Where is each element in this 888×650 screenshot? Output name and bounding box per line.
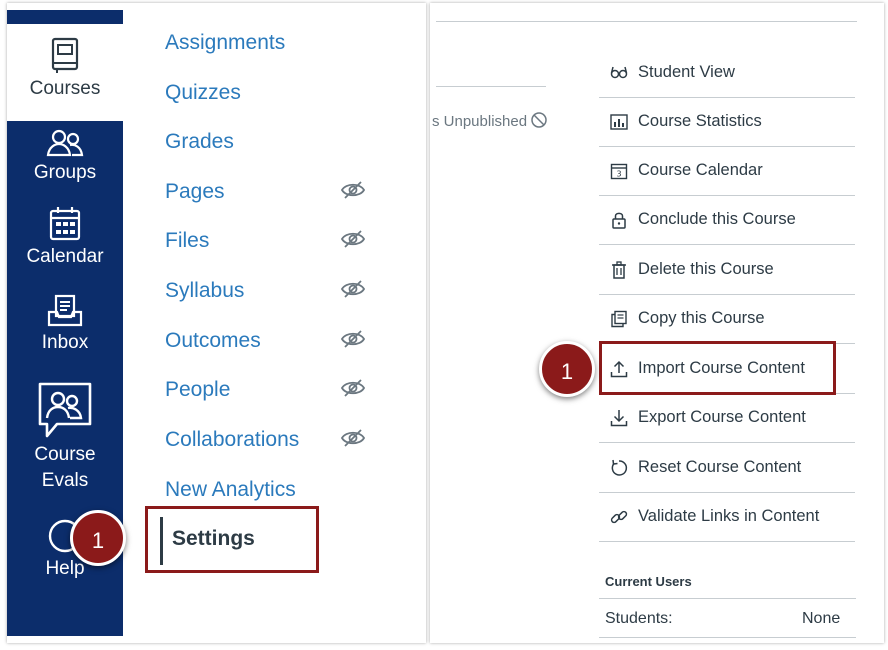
groups-icon bbox=[46, 129, 84, 157]
trash-icon bbox=[612, 261, 626, 279]
reset-course-content-button[interactable]: Reset Course Content bbox=[599, 444, 855, 493]
global-nav-inbox-label: Inbox bbox=[41, 332, 89, 353]
unpublished-icon bbox=[531, 112, 547, 128]
svg-text:3: 3 bbox=[616, 170, 621, 179]
lock-icon bbox=[612, 212, 626, 229]
settings-highlight-box bbox=[145, 506, 319, 573]
global-nav-groups[interactable]: Groups bbox=[7, 128, 123, 186]
course-statistics-label: Course Statistics bbox=[638, 112, 762, 130]
divider bbox=[599, 637, 856, 638]
hidden-eye-icon[interactable] bbox=[341, 329, 365, 349]
download-icon bbox=[610, 410, 628, 427]
course-evals-icon bbox=[38, 382, 92, 438]
validate-links-button[interactable]: Validate Links in Content bbox=[599, 493, 855, 542]
students-value: None bbox=[802, 610, 841, 627]
course-nav-item-pages[interactable]: Pages bbox=[165, 180, 225, 204]
reset-course-content-label: Reset Course Content bbox=[638, 458, 802, 476]
hidden-eye-icon[interactable] bbox=[341, 180, 365, 200]
callout-badge-right: 1 bbox=[539, 341, 595, 397]
validate-links-label: Validate Links in Content bbox=[638, 507, 820, 525]
link-icon bbox=[610, 510, 628, 524]
student-view-label: Student View bbox=[638, 63, 735, 81]
unpublished-status-text: s Unpublished bbox=[432, 113, 528, 130]
global-nav-course-evals[interactable]: Course Evals bbox=[7, 380, 123, 494]
delete-course-label: Delete this Course bbox=[638, 260, 774, 278]
global-nav-calendar-label: Calendar bbox=[26, 246, 104, 267]
global-nav-courses[interactable]: Courses bbox=[7, 24, 123, 121]
inbox-icon bbox=[47, 294, 83, 327]
course-nav-item-new-analytics[interactable]: New Analytics bbox=[165, 478, 296, 502]
divider bbox=[436, 86, 546, 87]
reset-icon bbox=[611, 459, 628, 476]
copy-course-button[interactable]: Copy this Course bbox=[599, 295, 855, 344]
course-statistics-button[interactable]: Course Statistics bbox=[599, 98, 855, 147]
global-nav-groups-label: Groups bbox=[33, 162, 97, 183]
export-course-content-label: Export Course Content bbox=[638, 408, 806, 426]
course-nav-item-outcomes[interactable]: Outcomes bbox=[165, 329, 261, 353]
current-users-heading: Current Users bbox=[605, 574, 692, 589]
global-nav-courses-label: Courses bbox=[29, 78, 101, 99]
course-calendar-label: Course Calendar bbox=[638, 161, 763, 179]
import-highlight-box bbox=[599, 341, 836, 395]
hidden-eye-icon[interactable] bbox=[341, 428, 365, 448]
global-nav-help-label: Help bbox=[45, 558, 85, 579]
course-nav-item-people[interactable]: People bbox=[165, 378, 230, 402]
hidden-eye-icon[interactable] bbox=[341, 279, 365, 299]
calendar-icon: 3 bbox=[610, 163, 628, 180]
global-nav-course-evals-label-line1: Course bbox=[34, 444, 96, 465]
divider bbox=[436, 21, 857, 22]
copy-course-label: Copy this Course bbox=[638, 309, 765, 327]
students-label: Students: bbox=[605, 610, 673, 627]
course-nav-item-quizzes[interactable]: Quizzes bbox=[165, 81, 241, 105]
copy-icon bbox=[611, 310, 627, 328]
student-view-button[interactable]: Student View bbox=[599, 49, 855, 98]
hidden-eye-icon[interactable] bbox=[341, 229, 365, 249]
conclude-course-label: Conclude this Course bbox=[638, 210, 796, 228]
courses-icon bbox=[51, 37, 79, 73]
global-nav-calendar[interactable]: Calendar bbox=[7, 206, 123, 270]
delete-course-button[interactable]: Delete this Course bbox=[599, 246, 855, 295]
course-nav-item-assignments[interactable]: Assignments bbox=[165, 31, 285, 55]
divider bbox=[599, 598, 856, 599]
callout-badge-left: 1 bbox=[70, 510, 126, 566]
course-calendar-button[interactable]: 3 Course Calendar bbox=[599, 147, 855, 196]
glasses-icon bbox=[610, 66, 628, 79]
conclude-course-button[interactable]: Conclude this Course bbox=[599, 196, 855, 245]
bar-chart-icon bbox=[610, 114, 628, 130]
course-nav-item-grades[interactable]: Grades bbox=[165, 130, 234, 154]
hidden-eye-icon[interactable] bbox=[341, 378, 365, 398]
global-nav-course-evals-label-line2: Evals bbox=[41, 470, 89, 491]
course-nav-item-syllabus[interactable]: Syllabus bbox=[165, 279, 244, 303]
calendar-icon bbox=[49, 207, 81, 241]
global-nav-inbox[interactable]: Inbox bbox=[7, 294, 123, 356]
course-nav-item-collaborations[interactable]: Collaborations bbox=[165, 428, 299, 452]
course-nav-item-files[interactable]: Files bbox=[165, 229, 209, 253]
unpublished-status: s Unpublished bbox=[432, 112, 547, 130]
export-course-content-button[interactable]: Export Course Content bbox=[599, 394, 855, 443]
